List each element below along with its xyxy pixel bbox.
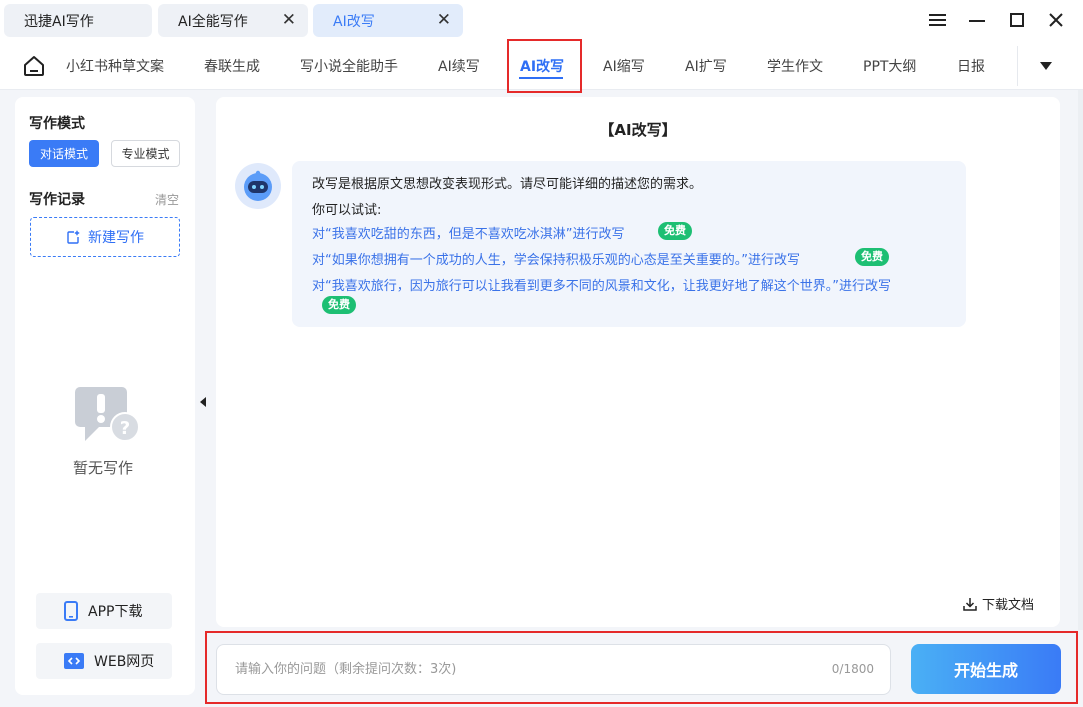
window-tab-ai-rewrite[interactable]: AI改写 ✕ <box>313 4 463 37</box>
writing-records-title: 写作记录 <box>29 192 85 208</box>
sidebar: 写作模式 对话模式 专业模式 写作记录 清空 新建写作 ? 暂无写作 APP下载… <box>15 97 195 695</box>
web-code-icon <box>64 653 84 669</box>
question-input[interactable] <box>235 645 795 694</box>
menu-icon[interactable] <box>925 8 949 32</box>
window-tab-label: 迅捷AI写作 <box>24 13 94 30</box>
window-tab-xunjie[interactable]: 迅捷AI写作 <box>4 4 152 37</box>
nav-item-ai-continue[interactable]: AI续写 <box>438 56 480 76</box>
new-writing-button[interactable]: 新建写作 <box>30 217 180 257</box>
assistant-message: 改写是根据原文思想改变表现形式。请尽可能详细的描述您的需求。 你可以试试: 对“… <box>292 161 966 327</box>
active-tab-underline <box>519 77 563 79</box>
pro-mode-button[interactable]: 专业模式 <box>111 140 180 167</box>
nav-item-chunlian[interactable]: 春联生成 <box>204 56 260 76</box>
tab-close-icon[interactable]: ✕ <box>437 10 451 30</box>
web-page-button[interactable]: WEB网页 <box>36 643 172 679</box>
download-document-button[interactable]: 下载文档 <box>962 594 1034 613</box>
nav-item-novel-assistant[interactable]: 写小说全能助手 <box>300 56 398 76</box>
nav-item-ai-expand[interactable]: AI扩写 <box>685 56 727 76</box>
window-tab-bar: 迅捷AI写作 AI全能写作 ✕ AI改写 ✕ <box>0 0 1083 42</box>
nav-item-student-essay[interactable]: 学生作文 <box>767 56 823 76</box>
nav-item-xiaohongshu[interactable]: 小红书种草文案 <box>66 56 164 76</box>
example-prompt-2[interactable]: 对“如果你想拥有一个成功的人生，学会保持积极乐观的心态是至关重要的。”进行改写 <box>312 249 800 268</box>
clear-records-button[interactable]: 清空 <box>155 191 179 208</box>
svg-text:?: ? <box>120 418 130 439</box>
try-label: 你可以试试: <box>312 203 382 218</box>
nav-item-ppt-outline[interactable]: PPT大纲 <box>863 56 916 76</box>
new-writing-label: 新建写作 <box>88 230 144 246</box>
chat-panel: 【AI改写】 改写是根据原文思想改变表现形式。请尽可能详细的描述您的需求。 你可… <box>216 97 1060 627</box>
empty-state-text: 暂无写作 <box>73 459 134 477</box>
question-input-box: 0/1800 <box>216 644 891 695</box>
nav-item-ai-rewrite[interactable]: AI改写 <box>520 56 564 76</box>
free-badge: 免费 <box>855 248 889 266</box>
collapse-sidebar-icon[interactable] <box>196 393 210 411</box>
phone-icon <box>64 601 78 621</box>
home-icon[interactable] <box>22 54 46 78</box>
empty-state-icon: ? <box>73 385 143 447</box>
new-document-icon <box>67 230 80 244</box>
download-icon <box>963 597 977 611</box>
web-page-label: WEB网页 <box>94 654 155 670</box>
feature-nav: 小红书种草文案 春联生成 写小说全能助手 AI续写 AI改写 AI缩写 AI扩写… <box>0 42 1083 90</box>
page-title: 【AI改写】 <box>599 121 677 139</box>
app-download-button[interactable]: APP下载 <box>36 593 172 629</box>
writing-mode-title: 写作模式 <box>29 116 85 132</box>
close-icon[interactable] <box>1044 8 1068 32</box>
window-tab-label: AI全能写作 <box>178 13 248 30</box>
window-tab-ai-writing[interactable]: AI全能写作 ✕ <box>158 4 308 37</box>
window-tab-label: AI改写 <box>333 13 375 30</box>
maximize-icon[interactable] <box>1005 8 1029 32</box>
nav-divider <box>1017 46 1018 86</box>
nav-item-ai-shorten[interactable]: AI缩写 <box>603 56 645 76</box>
free-badge: 免费 <box>322 296 356 314</box>
intro-text: 改写是根据原文思想改变表现形式。请尽可能详细的描述您的需求。 <box>312 177 703 192</box>
download-label: 下载文档 <box>982 598 1035 613</box>
app-download-label: APP下载 <box>88 604 143 620</box>
start-generate-button[interactable]: 开始生成 <box>911 644 1061 694</box>
minimize-icon[interactable] <box>965 8 989 32</box>
window-edge <box>1078 90 1083 630</box>
tab-close-icon[interactable]: ✕ <box>282 10 296 30</box>
dialog-mode-button[interactable]: 对话模式 <box>29 140 99 167</box>
nav-item-daily-report[interactable]: 日报 <box>957 56 985 76</box>
example-prompt-3[interactable]: 对“我喜欢旅行，因为旅行可以让我看到更多不同的风景和文化，让我更好地了解这个世界… <box>312 275 891 294</box>
chevron-down-icon[interactable] <box>1040 62 1052 70</box>
example-prompt-1[interactable]: 对“我喜欢吃甜的东西，但是不喜欢吃冰淇淋”进行改写 <box>312 223 624 242</box>
free-badge: 免费 <box>658 222 692 240</box>
robot-avatar-icon <box>235 163 281 209</box>
char-counter: 0/1800 <box>831 662 874 676</box>
